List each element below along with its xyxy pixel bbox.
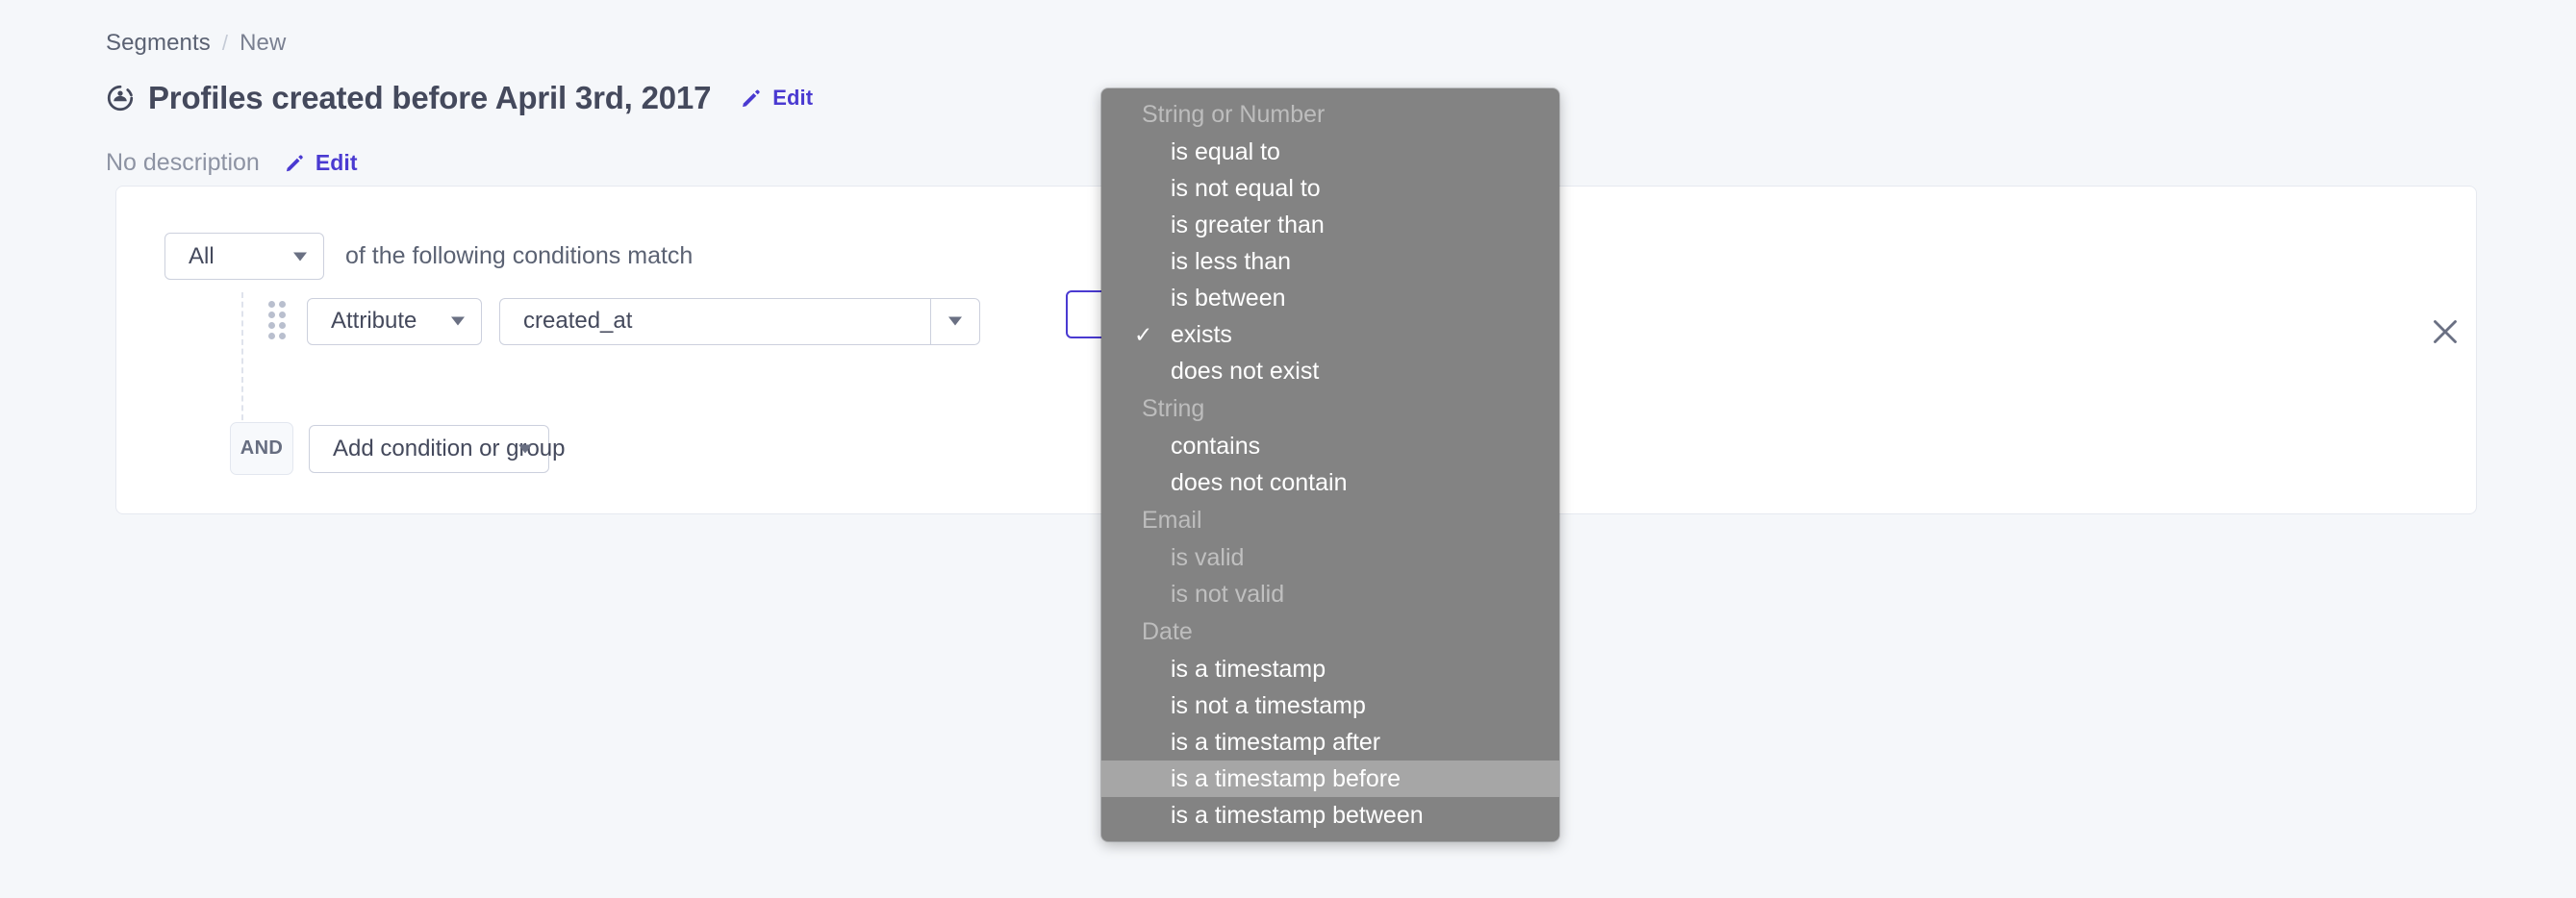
menu-item-label: is a timestamp between [1171,802,1424,829]
menu-item-label: is a timestamp before [1171,765,1401,792]
menu-item-label: is greater than [1171,212,1325,238]
breadcrumb: Segments / New [106,30,286,57]
segment-circle-icon [107,85,134,112]
menu-item[interactable]: does not contain [1101,464,1559,501]
menu-item-label: is equal to [1171,138,1280,165]
menu-item: is valid [1101,539,1559,576]
breadcrumb-separator: / [221,31,229,55]
breadcrumb-item-segments[interactable]: Segments [106,30,211,57]
menu-item[interactable]: is equal to [1101,134,1559,170]
match-type-value: All [189,242,215,269]
menu-item[interactable]: is greater than [1101,207,1559,243]
condition-type-select[interactable]: Attribute [307,297,482,345]
remove-condition-button[interactable] [2428,314,2462,349]
menu-item[interactable]: is a timestamp between [1101,797,1559,834]
match-type-select[interactable]: All [164,233,324,280]
menu-item[interactable]: is not a timestamp [1101,687,1559,724]
menu-item[interactable]: ✓ exists [1101,316,1559,353]
match-label: of the following conditions match [345,242,694,269]
menu-group-label: Email [1142,507,1202,534]
menu-item[interactable]: is a timestamp after [1101,724,1559,761]
menu-group-label: String [1142,395,1205,422]
chevron-down-icon [293,252,307,261]
menu-item-label: is not equal to [1171,175,1321,202]
menu-group-label: Date [1142,618,1193,645]
menu-item-label: exists [1171,321,1232,348]
add-condition-row: AND Add condition or group [230,422,566,475]
attribute-dropdown-button[interactable] [930,297,980,345]
menu-item-label: is less than [1171,248,1292,275]
condition-row: Attribute [240,292,980,350]
menu-item[interactable]: does not exist [1101,353,1559,389]
chevron-down-icon [451,316,465,326]
drag-handle-icon[interactable] [268,299,286,343]
menu-item[interactable]: is a timestamp [1101,651,1559,687]
add-condition-select[interactable]: Add condition or group [309,424,566,473]
menu-item[interactable]: is not equal to [1101,170,1559,207]
menu-item-label: is not valid [1171,581,1285,608]
edit-description-button[interactable]: Edit [284,150,358,176]
page-header: Profiles created before April 3rd, 2017 … [106,80,813,116]
menu-group-label: String or Number [1142,101,1326,128]
attribute-combobox [499,297,980,345]
pencil-icon [743,89,760,107]
attribute-input[interactable] [499,297,930,345]
match-row: All of the following conditions match [164,233,693,280]
chevron-down-icon [518,444,532,453]
chevron-down-icon [948,316,962,326]
menu-item-label: is not a timestamp [1171,692,1366,719]
operator-dropdown-menu[interactable]: String or Number is equal to is not equal … [1101,88,1559,841]
description-text: No description [106,149,260,176]
edit-title-button[interactable]: Edit [740,86,813,111]
menu-item[interactable]: is less than [1101,243,1559,280]
menu-item[interactable]: is between [1101,280,1559,316]
menu-item-label: is a timestamp after [1171,729,1381,756]
pencil-icon [286,154,303,171]
menu-item-label: is between [1171,285,1286,312]
menu-item-label: contains [1171,433,1261,460]
menu-item[interactable]: is a timestamp before [1101,761,1559,797]
page-title: Profiles created before April 3rd, 2017 [148,80,712,115]
menu-item: is not valid [1101,576,1559,612]
description-row: No description Edit [106,149,358,177]
condition-type-value: Attribute [331,308,417,334]
connector-badge: AND [230,422,293,475]
menu-item-label: is a timestamp [1171,656,1326,683]
menu-item-label: does not exist [1171,358,1320,385]
menu-item-label: does not contain [1171,469,1348,496]
edit-description-label: Edit [315,150,358,175]
breadcrumb-item-new: New [240,30,287,56]
menu-item[interactable]: contains [1101,428,1559,464]
check-icon: ✓ [1134,322,1153,347]
menu-item-label: is valid [1171,544,1245,571]
edit-title-label: Edit [772,86,814,110]
